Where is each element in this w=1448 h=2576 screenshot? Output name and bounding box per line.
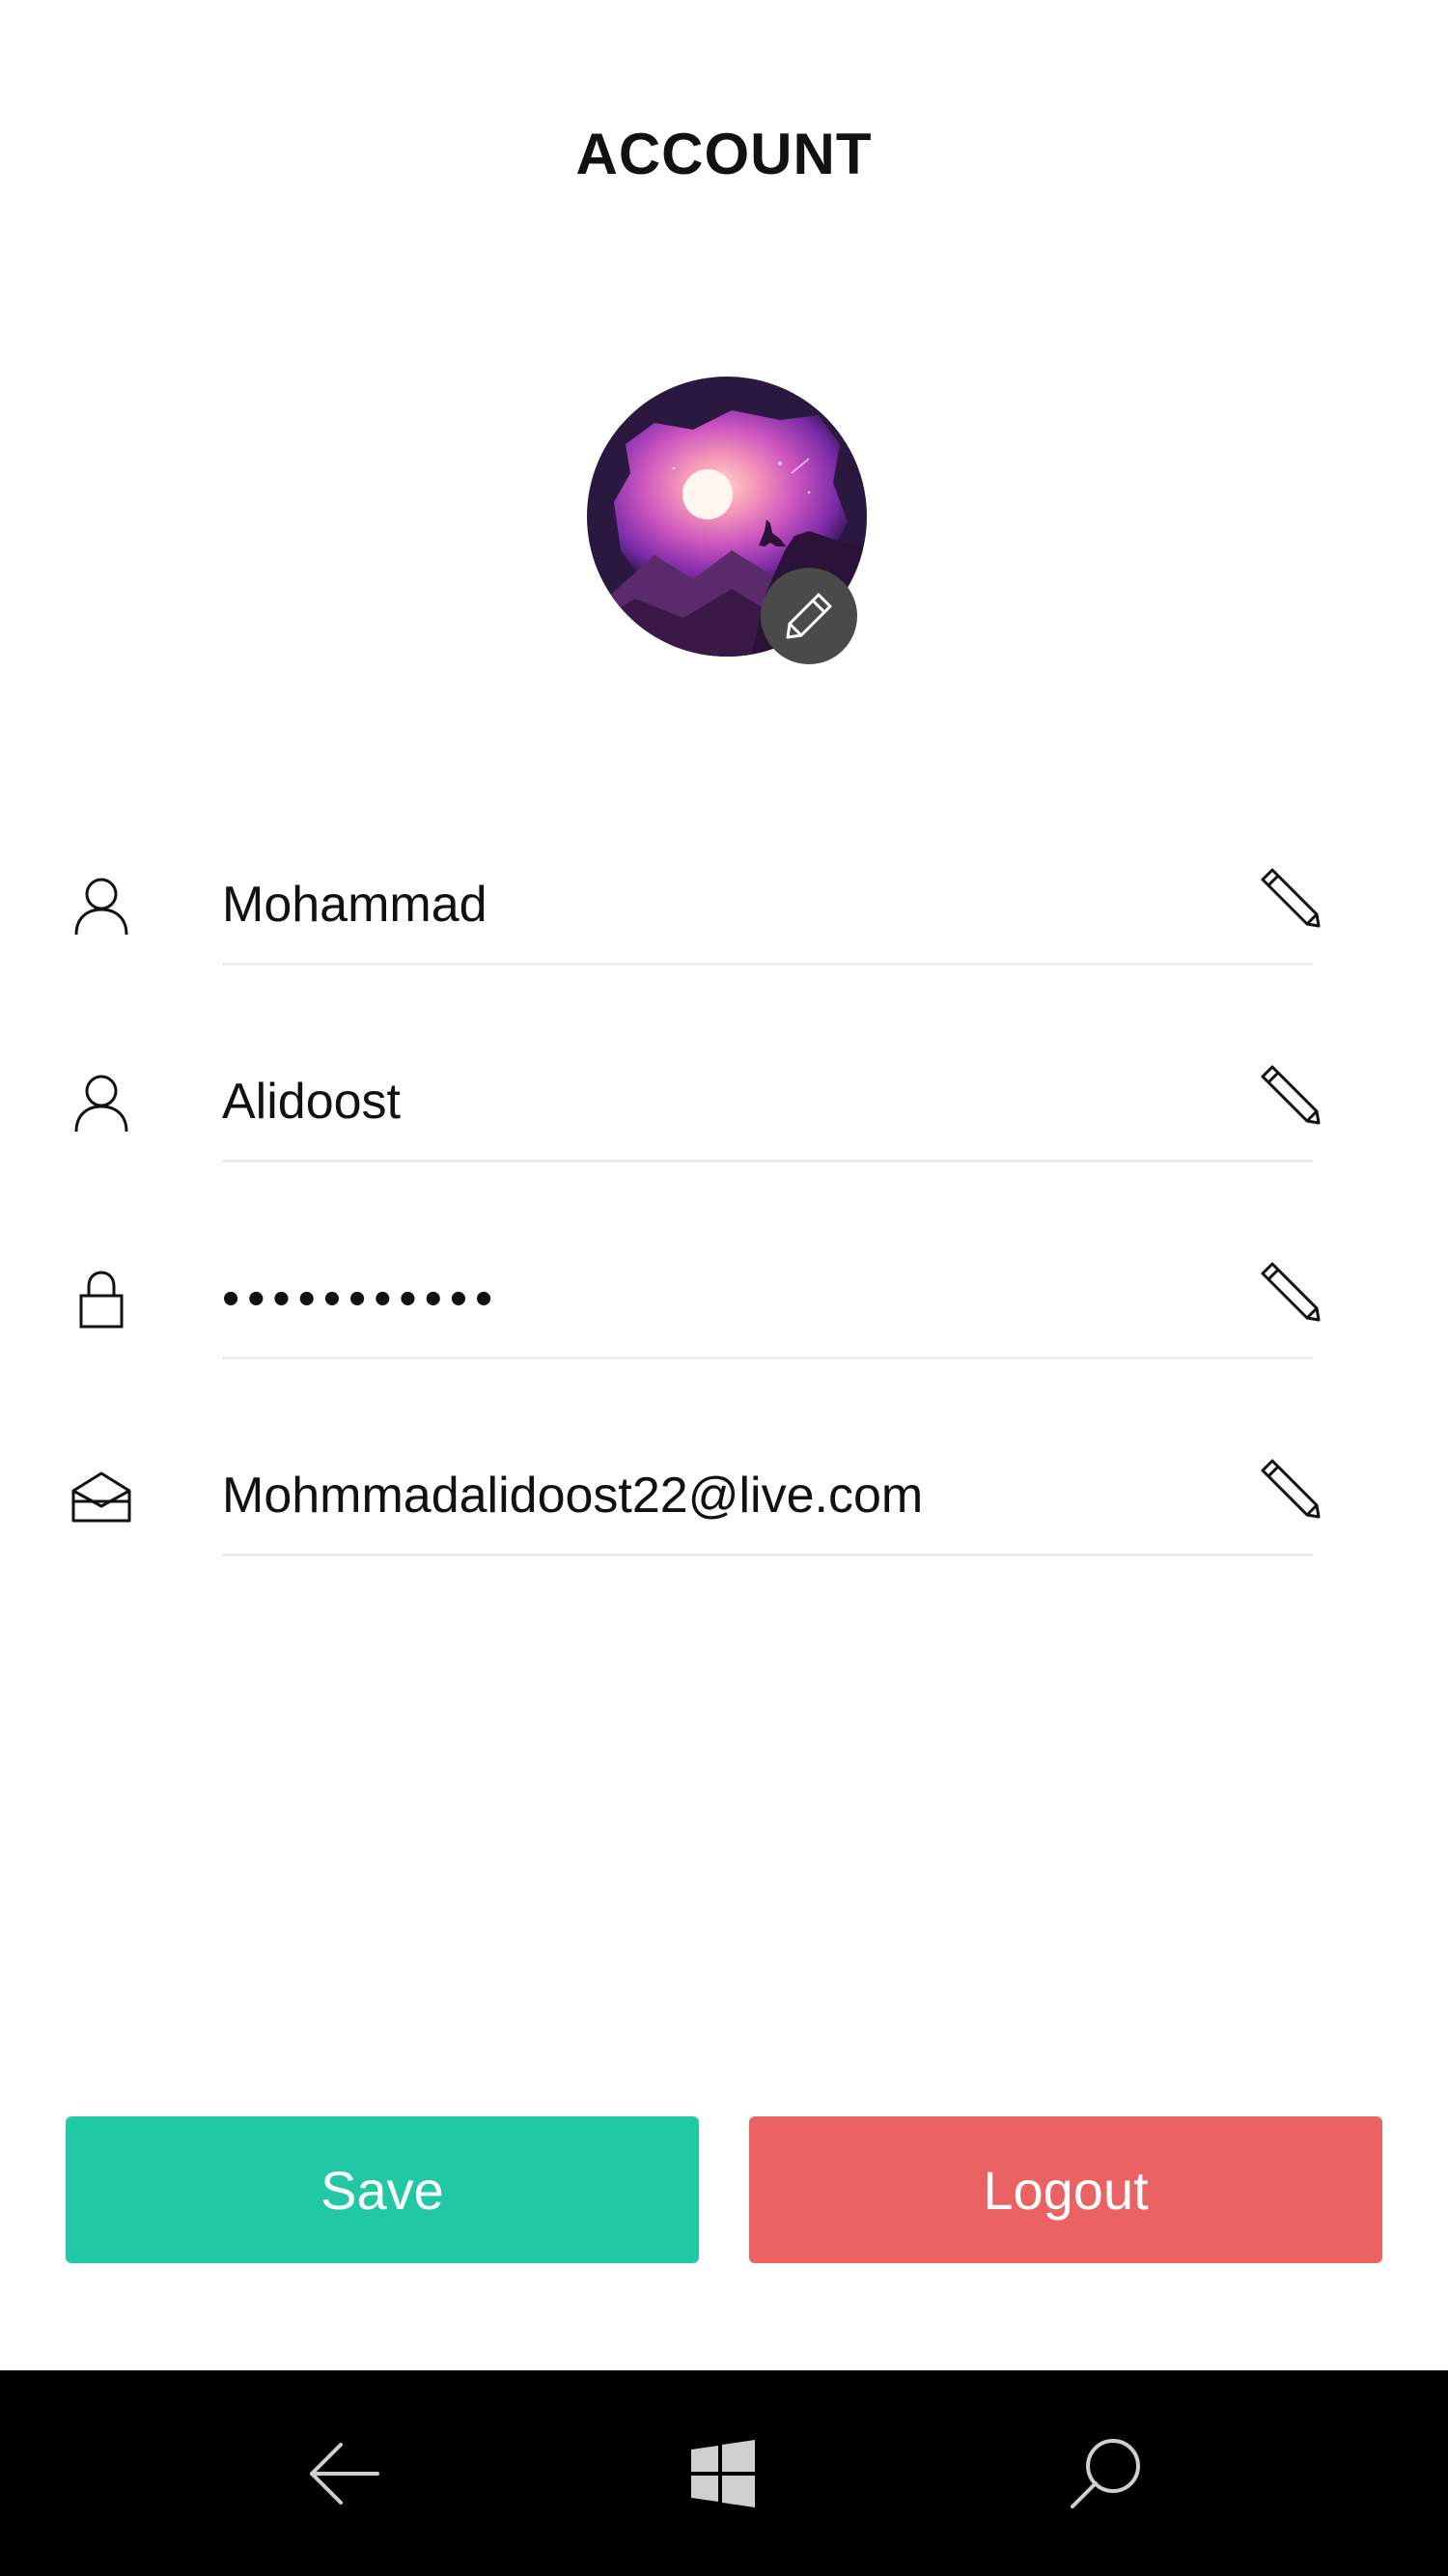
email-underline [222,1554,1313,1556]
back-button[interactable] [292,2421,398,2527]
email-field [0,1416,1448,1561]
pencil-icon [1261,868,1321,928]
lock-icon [68,1266,135,1333]
mail-icon [68,1463,135,1530]
password-field: ••••••••••• [0,1219,1448,1364]
last-name-field [0,1022,1448,1167]
back-arrow-icon [310,2443,379,2505]
password-edit-button[interactable] [1255,1256,1324,1326]
account-screen: ACCOUNT Mohammad Alidoost ••••••••••• Mo… [0,0,1448,2576]
search-icon [1071,2439,1140,2508]
pencil-icon [1261,1262,1321,1322]
search-button[interactable] [1052,2421,1158,2527]
password-underline [222,1357,1313,1359]
pencil-icon [1261,1459,1321,1519]
first-name-field [0,826,1448,970]
email-edit-button[interactable] [1255,1453,1324,1523]
user-icon [68,872,135,939]
first-name-underline [222,963,1313,966]
password-input[interactable]: ••••••••••• [222,1250,1236,1347]
pencil-icon [786,593,832,639]
pencil-icon [1261,1065,1321,1125]
email-input[interactable] [222,1447,1236,1544]
system-navbar [0,2370,1448,2576]
avatar-container [587,377,867,664]
last-name-underline [222,1160,1313,1162]
last-name-input[interactable] [222,1053,1236,1150]
windows-icon [691,2440,755,2507]
user-icon [68,1069,135,1136]
start-button[interactable] [670,2421,776,2527]
first-name-input[interactable] [222,856,1236,953]
avatar-edit-button[interactable] [761,568,857,664]
first-name-edit-button[interactable] [1255,862,1324,932]
last-name-edit-button[interactable] [1255,1059,1324,1129]
page-title: ACCOUNT [575,122,873,186]
logout-button[interactable]: Logout [749,2116,1382,2263]
save-button[interactable]: Save [66,2116,699,2263]
